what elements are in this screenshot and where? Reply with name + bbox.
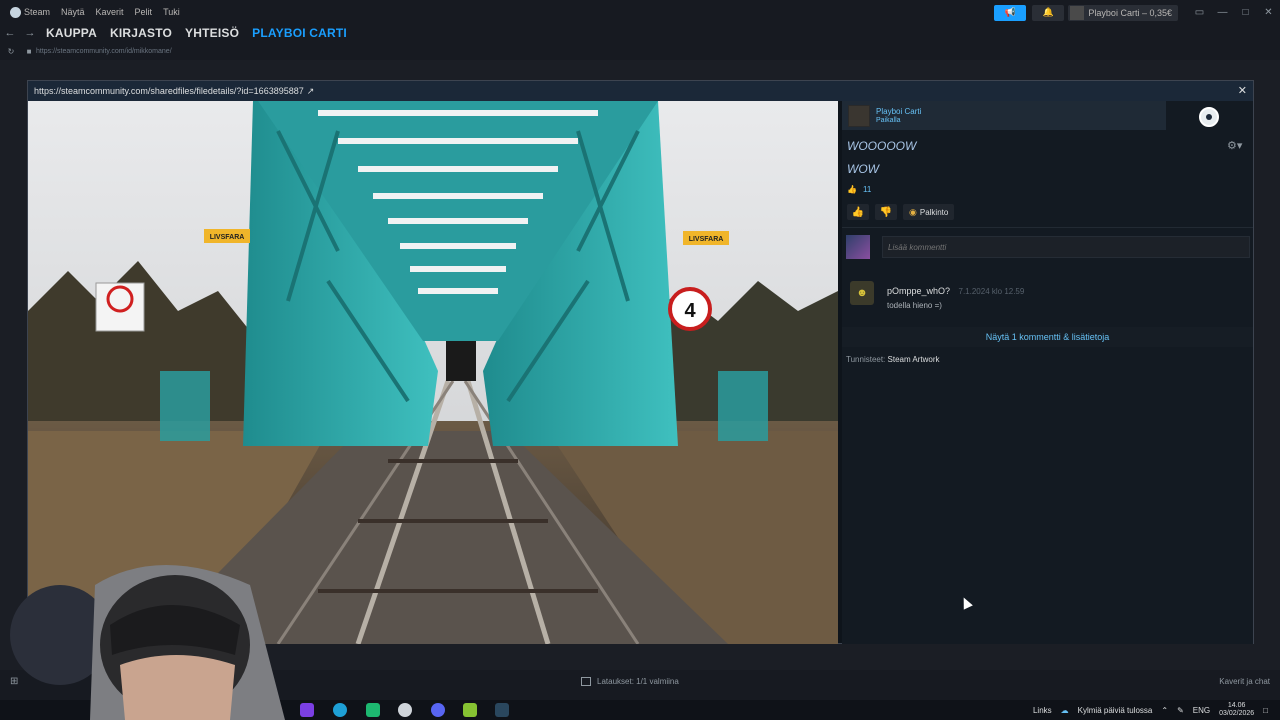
- artwork-title-line1: WOOOOOW: [847, 139, 917, 153]
- maximize-icon[interactable]: □: [1234, 7, 1257, 18]
- url-bar: ↻ ■ https://steamcommunity.com/id/mikkom…: [0, 44, 1280, 58]
- forward-arrow-icon[interactable]: →: [20, 27, 40, 39]
- tags-label: Tunnisteet:: [846, 355, 886, 364]
- award-label: Palkinto: [919, 207, 949, 217]
- view-comments-link[interactable]: Näytä 1 kommentti & lisätietoja: [842, 327, 1253, 347]
- modal-header: https://steamcommunity.com/sharedfiles/f…: [28, 81, 1253, 101]
- award-button[interactable]: ◉ Palkinto: [903, 204, 955, 220]
- comment-input[interactable]: [882, 236, 1250, 258]
- gear-icon[interactable]: ⚙▾: [1227, 139, 1242, 152]
- vote-controls: 👍 👎 ◉ Palkinto: [847, 204, 955, 220]
- award-medal-icon: ◉: [909, 206, 917, 217]
- tag-steam-artwork[interactable]: Steam Artwork: [888, 355, 940, 364]
- notifications-button[interactable]: 🔔: [1032, 4, 1065, 21]
- tab-profile[interactable]: PLAYBOI CARTI: [252, 26, 347, 40]
- back-arrow-icon[interactable]: ←: [0, 27, 20, 39]
- commenter-name[interactable]: pOmppe_whO?: [887, 286, 950, 296]
- menu-item-view[interactable]: Näytä: [61, 7, 85, 17]
- clock-time: 14.06: [1227, 702, 1246, 709]
- artwork-details-panel: Playboi Carti Paikalla ⚙▾ WOOOOOW WOW 👍 …: [842, 101, 1253, 644]
- comment-text: todella hieno =): [887, 301, 942, 310]
- steam-logo-icon: [10, 6, 21, 18]
- artwork-title-line2: WOW: [847, 162, 879, 176]
- comment-timestamp: 7.1.2024 klo 12.59: [958, 287, 1025, 296]
- webcam-image: [10, 565, 285, 720]
- steam-taskbar-icon[interactable]: [495, 703, 509, 717]
- menu-item-steam[interactable]: Steam: [24, 7, 50, 17]
- vote-up-button[interactable]: 👍: [847, 204, 869, 220]
- account-avatar: [1070, 5, 1085, 20]
- lock-icon: ■: [26, 46, 32, 56]
- vote-down-button[interactable]: 👎: [875, 204, 897, 220]
- bell-icon: 🔔: [1042, 7, 1055, 17]
- launcher-icon[interactable]: [463, 703, 477, 717]
- notifications-icon[interactable]: □: [1263, 706, 1268, 715]
- chat-app-icon[interactable]: [366, 703, 380, 717]
- main-nav: ← → KAUPPA KIRJASTO YHTEISÖ PLAYBOI CART…: [0, 24, 1280, 42]
- commenter-avatar[interactable]: ☻: [850, 281, 874, 305]
- downloads-status[interactable]: Lataukset: 1/1 valmiina: [581, 676, 679, 686]
- clock-date: 03/02/2026: [1219, 710, 1255, 717]
- app-icon[interactable]: [300, 703, 314, 717]
- discord-icon[interactable]: [431, 703, 445, 717]
- system-tray: Links ☁ Kylmiä päiviä tulossa ⌃ ✎ ENG 14…: [1033, 700, 1268, 720]
- weather-icon: ☁: [1060, 705, 1069, 715]
- page-url[interactable]: https://steamcommunity.com/id/mikkomane/: [36, 48, 172, 55]
- thumbs-down-icon: 👎: [879, 206, 893, 218]
- rating-count: 11: [862, 185, 872, 194]
- comment-item: ☻ pOmppe_whO? 7.1.2024 klo 12.59 todella…: [850, 281, 1250, 311]
- minimize-icon[interactable]: —: [1211, 7, 1234, 18]
- rating-summary: 👍 11: [847, 185, 871, 194]
- author-status: Paikalla: [876, 116, 901, 124]
- downloads-text: Lataukset: 1/1 valmiina: [597, 676, 679, 686]
- tags-row: Tunnisteet: Steam Artwork: [846, 355, 940, 364]
- reload-icon[interactable]: ↻: [0, 47, 22, 56]
- language-indicator[interactable]: ENG: [1193, 706, 1210, 715]
- settings-app-icon[interactable]: [398, 703, 412, 717]
- megaphone-icon: 📢: [1004, 7, 1017, 17]
- webcam-overlay: [0, 545, 290, 720]
- author-name[interactable]: Playboi Carti: [876, 107, 921, 116]
- wallet-balance: 0,35€: [1149, 7, 1172, 18]
- broadcast-button[interactable]: 📢: [994, 4, 1027, 21]
- separator-icon: –: [1139, 7, 1150, 18]
- livsfara-sign-left: LIVSFARA: [210, 234, 245, 241]
- speed-limit-sign: 4: [684, 300, 696, 322]
- artwork-url-link[interactable]: https://steamcommunity.com/sharedfiles/f…: [34, 86, 304, 96]
- my-avatar: [846, 235, 870, 259]
- steam-icon: [1199, 107, 1219, 127]
- account-menu-button[interactable]: Playboi Carti – 0,35€: [1068, 4, 1178, 21]
- downloads-icon: [581, 676, 591, 686]
- window-close-icon[interactable]: ✕: [1257, 7, 1280, 18]
- chevron-up-icon[interactable]: ⌃: [1161, 706, 1168, 715]
- account-name: Playboi Carti: [1088, 7, 1140, 18]
- thumbs-up-small-icon: 👍: [847, 185, 857, 194]
- pen-icon[interactable]: ✎: [1177, 706, 1184, 715]
- tab-store[interactable]: KAUPPA: [46, 26, 97, 40]
- tab-community[interactable]: YHTEISÖ: [185, 26, 239, 40]
- thumbs-up-icon: 👍: [851, 206, 865, 218]
- external-link-icon[interactable]: ↗: [307, 86, 315, 97]
- divider: [842, 227, 1253, 228]
- menu-item-friends[interactable]: Kaverit: [96, 7, 124, 17]
- author-avatar[interactable]: [848, 104, 870, 127]
- tab-library[interactable]: KIRJASTO: [110, 26, 172, 40]
- weather-text[interactable]: Kylmiä päiviä tulossa: [1078, 706, 1153, 715]
- livsfara-sign-right: LIVSFARA: [689, 236, 724, 243]
- edge-icon[interactable]: [333, 703, 347, 717]
- links-toolbar[interactable]: Links: [1033, 706, 1052, 715]
- modal-close-icon[interactable]: ✕: [1238, 84, 1247, 97]
- author-block[interactable]: Playboi Carti Paikalla: [842, 101, 1166, 130]
- big-picture-icon[interactable]: ▭: [1188, 7, 1211, 18]
- mouse-cursor-icon: [959, 595, 973, 610]
- menu-item-help[interactable]: Tuki: [163, 7, 180, 17]
- clock[interactable]: 14.06 03/02/2026: [1219, 702, 1254, 718]
- friends-chat-button[interactable]: Kaverit ja chat: [1219, 677, 1270, 686]
- comment-compose: [842, 232, 1253, 262]
- menu-item-games[interactable]: Pelit: [135, 7, 153, 17]
- top-right-controls: 📢 🔔 Playboi Carti – 0,35€ ▭ — □ ✕: [994, 4, 1280, 21]
